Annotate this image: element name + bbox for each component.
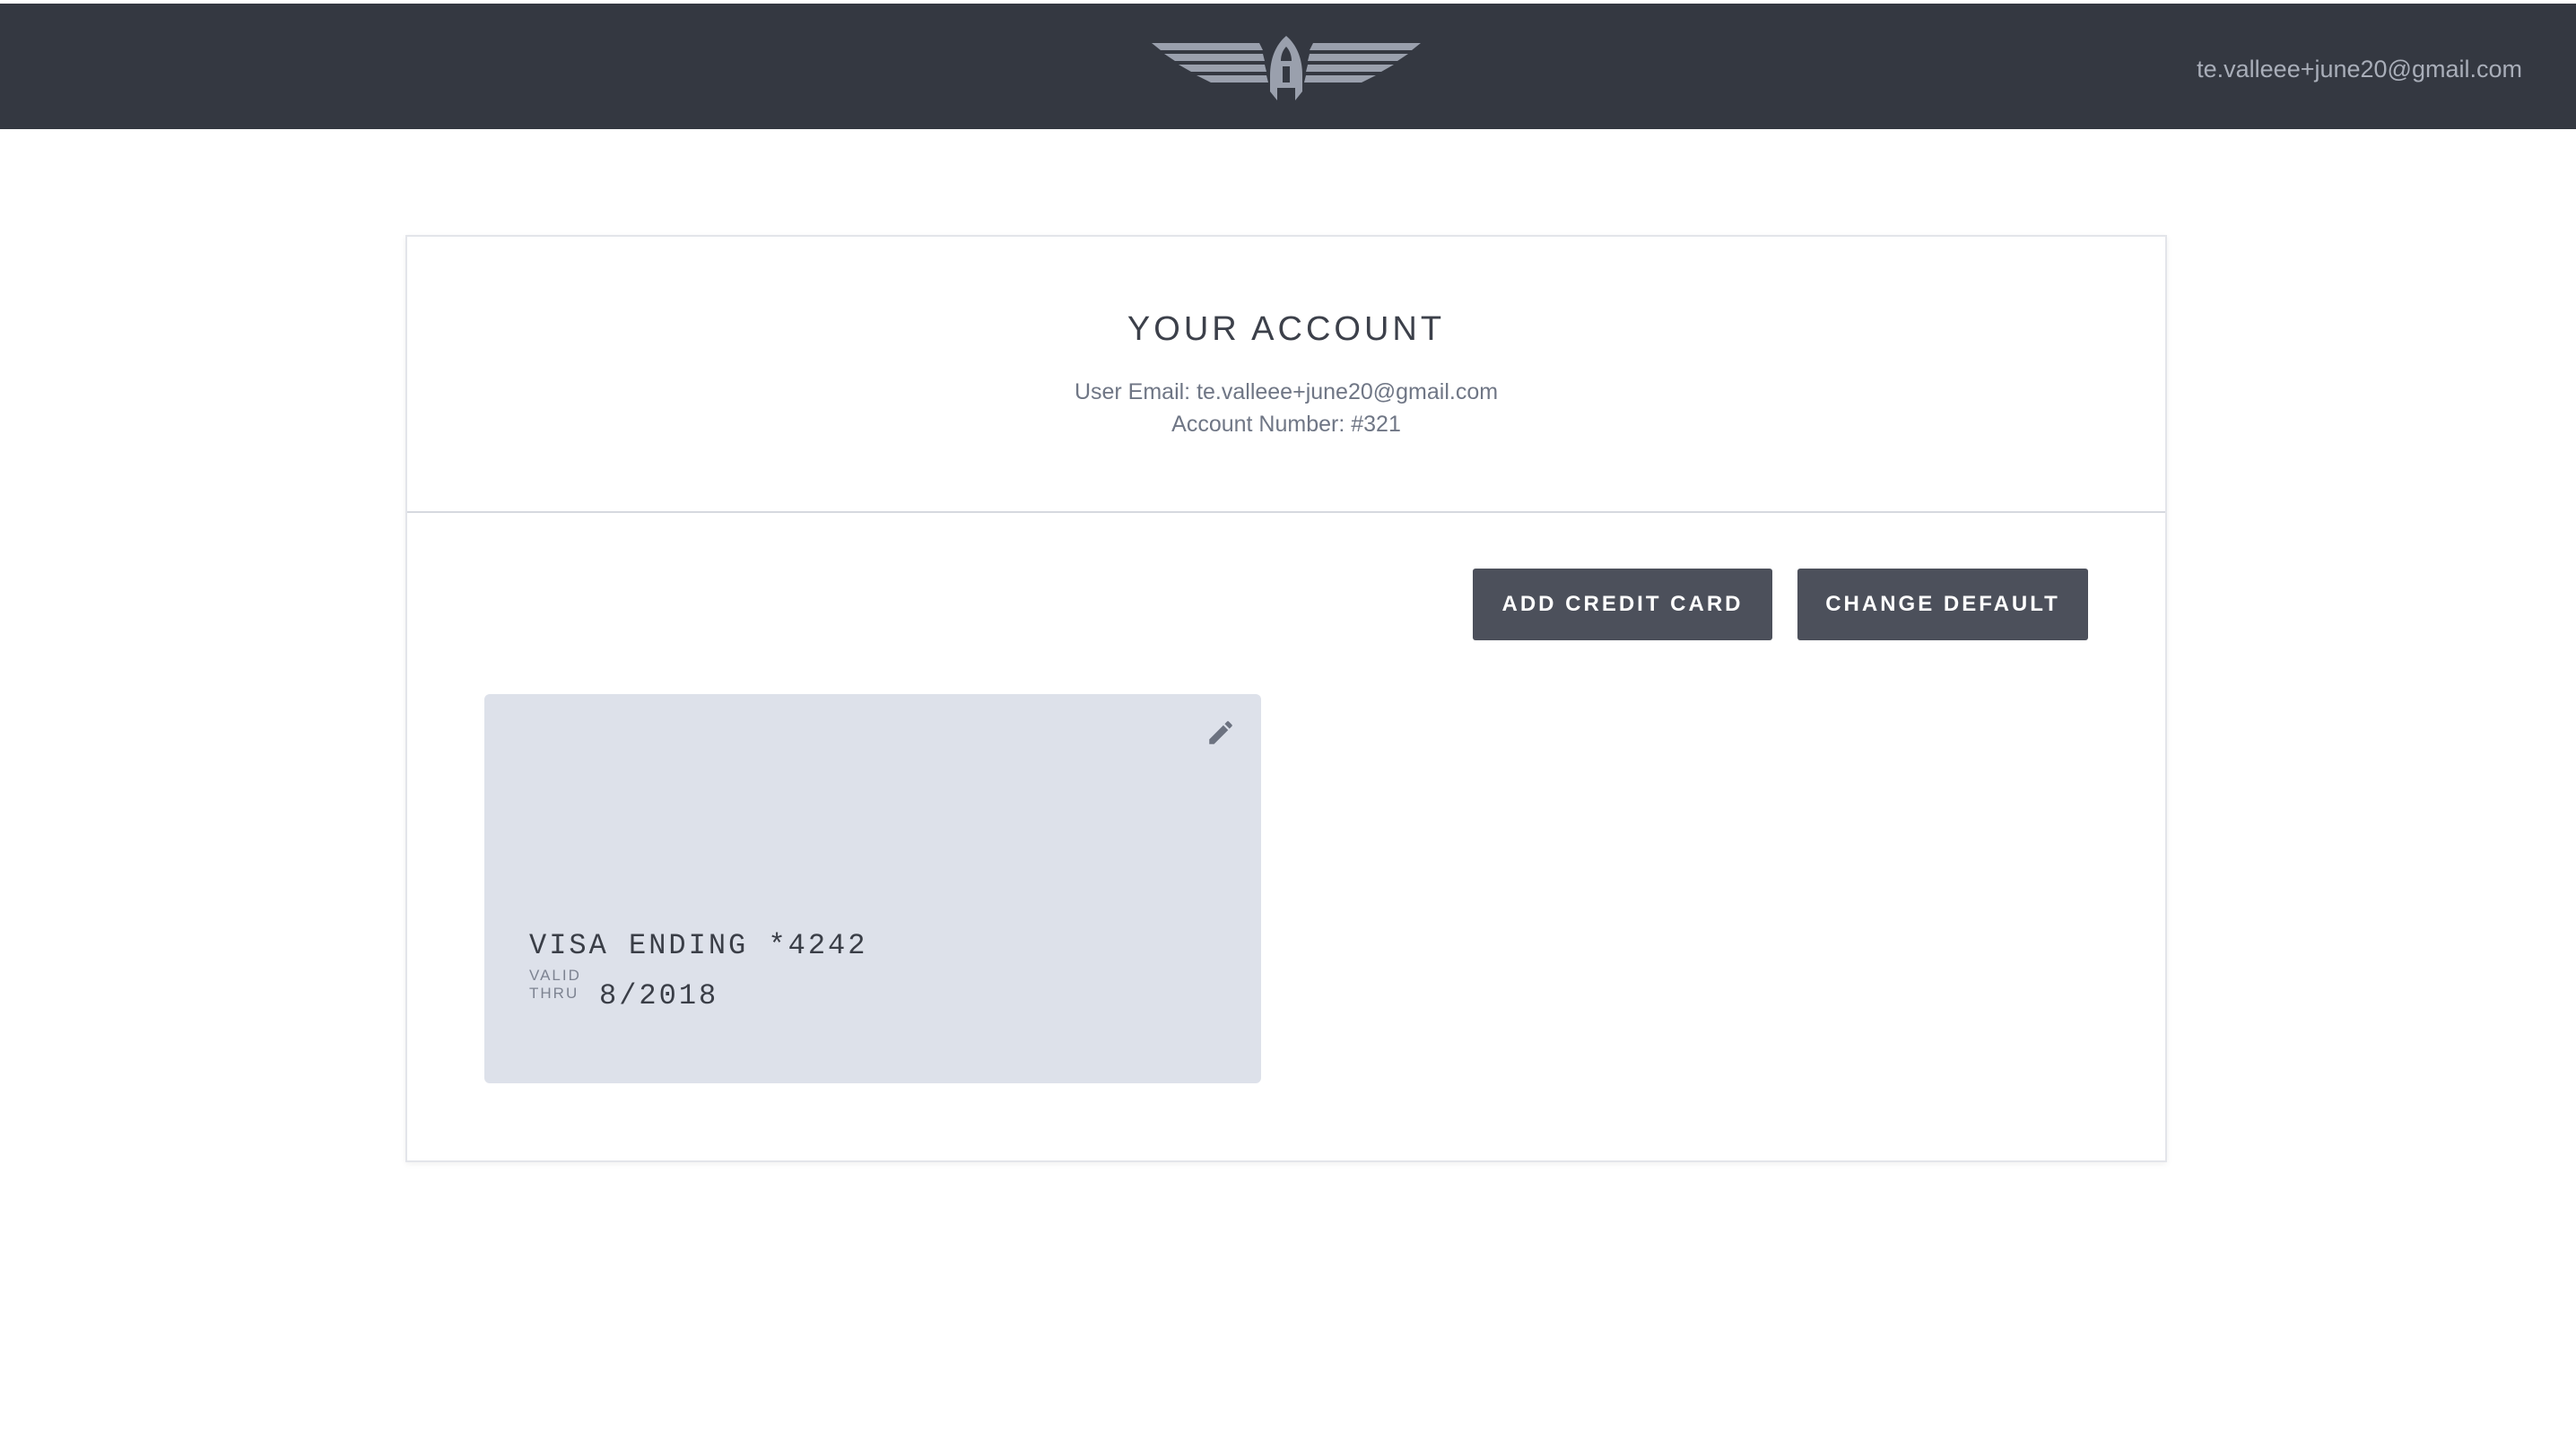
user-email-menu[interactable]: te.valleee+june20@gmail.com (2197, 54, 2522, 84)
account-header: YOUR ACCOUNT User Email: te.valleee+june… (407, 237, 2165, 513)
account-panel: YOUR ACCOUNT User Email: te.valleee+june… (405, 235, 2167, 1162)
user-email-info: User Email: te.valleee+june20@gmail.com (1074, 379, 1499, 404)
change-default-button[interactable]: CHANGE DEFAULT (1797, 569, 2088, 640)
valid-label-line2: THRU (529, 985, 579, 1002)
winged-rocket-logo-icon[interactable] (1152, 36, 1421, 100)
add-credit-card-button[interactable]: ADD CREDIT CARD (1473, 569, 1772, 640)
card-expiry: 8/2018 (599, 979, 719, 1012)
page-title: YOUR ACCOUNT (1127, 310, 1446, 348)
pencil-icon[interactable] (1205, 717, 1236, 748)
credit-card[interactable]: VISA ENDING *4242 VALID THRU 8/2018 (484, 694, 1261, 1083)
top-navbar: te.valleee+june20@gmail.com (0, 4, 2576, 129)
valid-label-line1: VALID (529, 967, 581, 984)
account-number-info: Account Number: #321 (1171, 412, 1401, 437)
card-label: VISA ENDING *4242 (529, 929, 868, 962)
valid-thru-label: VALID THRU (529, 967, 592, 1003)
